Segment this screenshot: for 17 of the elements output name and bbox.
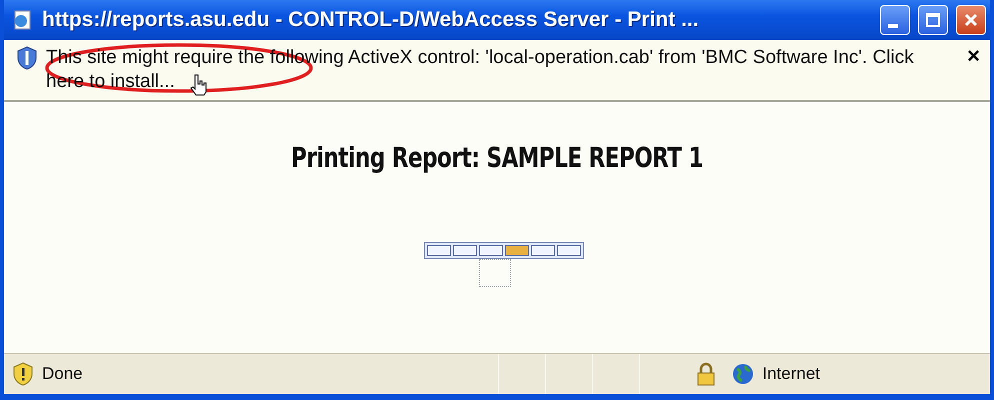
status-text: Done xyxy=(42,364,83,384)
zone-text: Internet xyxy=(762,364,820,384)
window-title: https://reports.asu.edu - CONTROL-D/WebAccess Server - Print ... xyxy=(42,8,700,32)
maximize-button[interactable] xyxy=(918,5,948,35)
warning-shield-icon xyxy=(12,362,34,386)
minimize-icon xyxy=(888,24,898,28)
close-button[interactable]: × xyxy=(967,46,980,66)
hand-cursor-icon xyxy=(190,74,208,96)
minimize-button[interactable] xyxy=(880,5,910,35)
maximize-icon xyxy=(925,12,941,28)
globe-icon xyxy=(732,363,754,385)
shield-icon xyxy=(16,46,38,70)
placeholder-frame xyxy=(479,259,511,287)
lock-icon xyxy=(696,362,716,386)
close-button[interactable] xyxy=(956,5,986,35)
close-icon xyxy=(963,12,979,28)
report-heading: Printing Report: SAMPLE REPORT 1 xyxy=(291,142,703,174)
